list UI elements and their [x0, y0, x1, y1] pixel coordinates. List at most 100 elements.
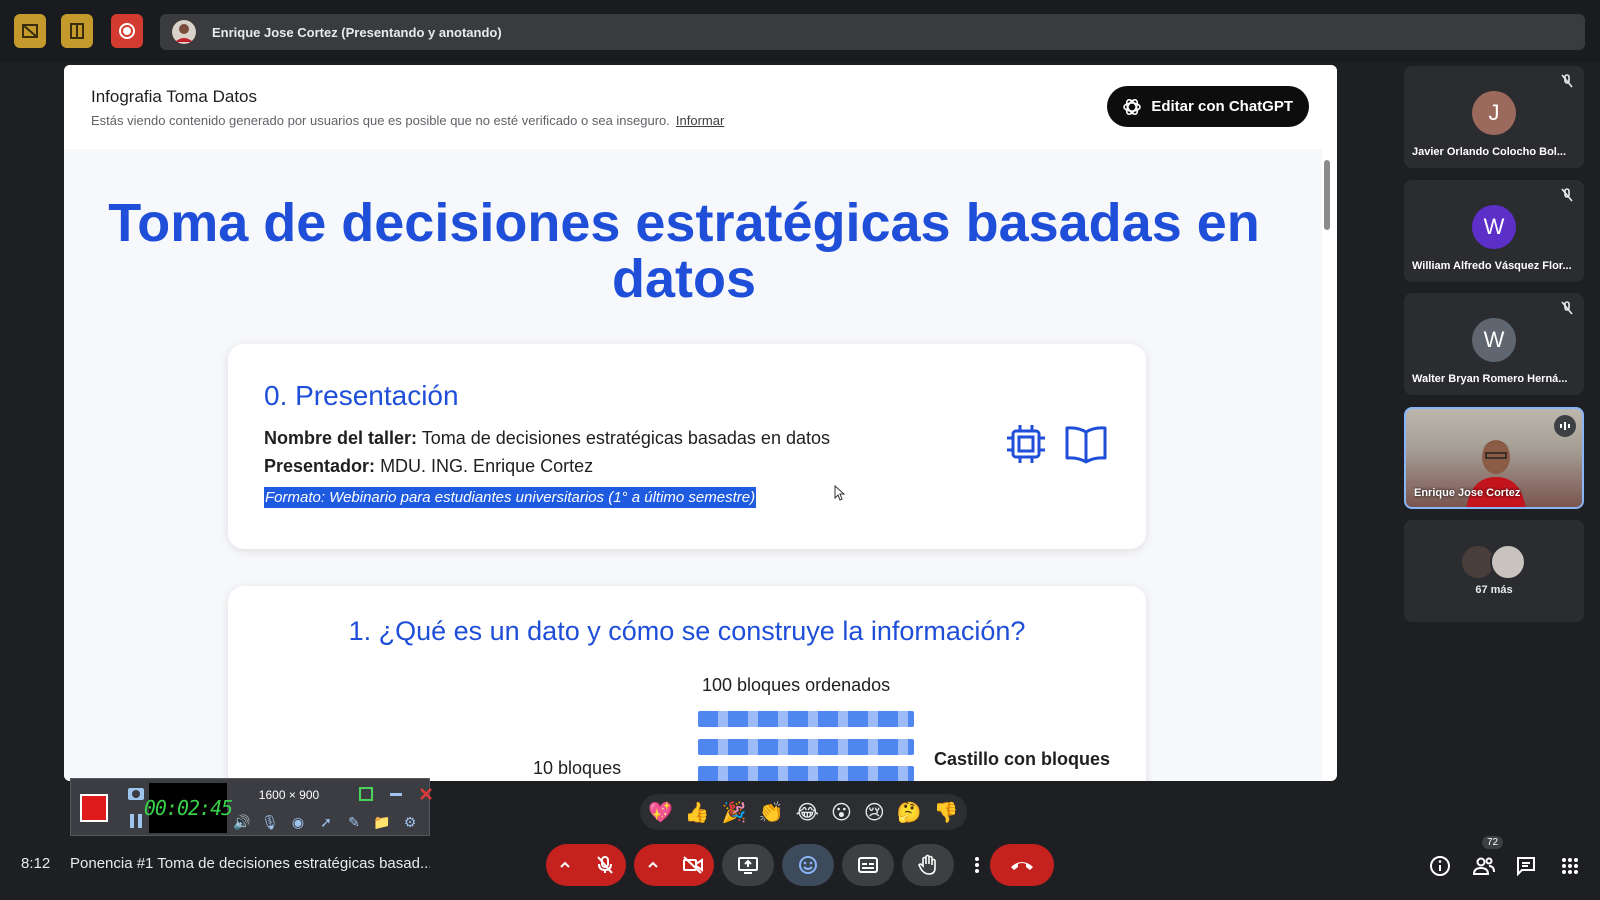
participant-tile[interactable]: W Walter Bryan Romero Herná... — [1404, 293, 1584, 395]
thumbs-down-reaction[interactable]: 👎 — [934, 800, 959, 825]
settings-icon[interactable]: ⚙ — [399, 811, 421, 833]
microphone-icon[interactable]: 🎙 — [259, 811, 281, 833]
mic-off-icon — [1561, 74, 1573, 88]
activities-icon[interactable] — [1556, 852, 1584, 880]
document-body[interactable]: Toma de decisiones estratégicas basadas … — [64, 149, 1322, 781]
mic-off-icon — [1561, 188, 1573, 202]
edit-with-chatgpt-button[interactable]: Editar con ChatGPT — [1107, 86, 1309, 127]
close-icon[interactable] — [415, 783, 437, 805]
thinking-reaction[interactable]: 🤔 — [897, 800, 922, 825]
meeting-title: Ponencia #1 Toma de decisiones estratégi… — [70, 855, 430, 872]
mic-off-icon — [1561, 301, 1573, 315]
hang-up-icon — [1011, 862, 1033, 870]
avatar: W — [1472, 318, 1516, 362]
presenter-label: Enrique Jose Cortez (Presentando y anota… — [212, 24, 502, 40]
presenter-field-value: MDU. ING. Enrique Cortez — [380, 456, 594, 476]
heart-reaction[interactable]: 💖 — [648, 800, 673, 825]
window-icon[interactable] — [355, 783, 377, 805]
meeting-info-icon[interactable] — [1426, 852, 1454, 880]
captions-button[interactable] — [842, 844, 894, 886]
camera-toggle-button[interactable] — [672, 844, 714, 886]
mic-off-icon — [597, 856, 613, 874]
top-bar: Enrique Jose Cortez (Presentando y anota… — [0, 0, 1600, 62]
camera-off-icon — [683, 856, 703, 874]
reactions-button[interactable] — [782, 844, 834, 886]
content-warning: Estás viendo contenido generado por usua… — [91, 113, 724, 128]
hand-icon — [918, 854, 936, 875]
blocks-row — [698, 766, 914, 781]
shared-document: Infografia Toma Datos Estás viendo conte… — [64, 65, 1337, 781]
folder-icon[interactable]: 📁 — [371, 811, 393, 833]
recording-icon[interactable] — [111, 14, 143, 48]
chip-icon — [1007, 425, 1045, 463]
emoji-icon — [799, 856, 817, 874]
participant-video-tile[interactable]: Enrique Jose Cortez — [1404, 407, 1584, 509]
minimize-icon[interactable] — [385, 783, 407, 805]
infographic-title: Toma de decisiones estratégicas basadas … — [108, 193, 1260, 309]
card-icons — [1004, 422, 1108, 466]
leave-call-button[interactable] — [990, 844, 1054, 886]
avatar — [1490, 544, 1526, 580]
workshop-value: Toma de decisiones estratégicas basadas … — [421, 428, 830, 448]
people-icon[interactable] — [1470, 852, 1498, 880]
reactions-bar: 💖 👍 🎉 👏 😂 😮 😢 🤔 👎 — [640, 794, 967, 830]
document-scrollbar[interactable] — [1324, 160, 1330, 230]
participant-tile[interactable]: W William Alfredo Vásquez Flor... — [1404, 180, 1584, 282]
laugh-reaction[interactable]: 😂 — [796, 800, 819, 825]
more-participants-tile[interactable]: 67 más — [1404, 520, 1584, 622]
pointer-icon[interactable]: ➚ — [315, 811, 337, 833]
recorder-tools: 🔊 🎙 ◉ ➚ ✎ 📁 ⚙ — [231, 811, 421, 833]
thumbs-up-reaction[interactable]: 👍 — [685, 800, 710, 825]
presenter-line: Presentador: MDU. ING. Enrique Cortez — [264, 456, 593, 477]
more-options-button[interactable] — [962, 844, 992, 886]
document-title: Infografia Toma Datos — [91, 87, 257, 106]
presentation-card: 0. Presentación Nombre del taller: Toma … — [228, 344, 1146, 549]
sad-reaction[interactable]: 😢 — [864, 800, 885, 825]
participant-name: Javier Orlando Colocho Bol... — [1412, 146, 1567, 158]
presenter-avatar — [172, 20, 196, 44]
layout-icon[interactable] — [61, 14, 93, 48]
report-link[interactable]: Informar — [676, 113, 724, 128]
present-screen-button[interactable] — [722, 844, 774, 886]
stop-recording-button[interactable] — [80, 794, 108, 822]
recorder-window-controls — [355, 783, 437, 805]
webcam-icon[interactable]: ◉ — [287, 811, 309, 833]
avatar: W — [1472, 205, 1516, 249]
audio-options-button[interactable] — [546, 844, 584, 886]
presenter-bar: Enrique Jose Cortez (Presentando y anota… — [160, 14, 1585, 50]
more-avatars — [1460, 544, 1526, 580]
raise-hand-button[interactable] — [902, 844, 954, 886]
document-header: Infografia Toma Datos Estás viendo conte… — [64, 65, 1337, 149]
pen-icon[interactable]: ✎ — [343, 811, 365, 833]
edit-button-label: Editar con ChatGPT — [1151, 98, 1293, 115]
video-options-button[interactable] — [634, 844, 672, 886]
section-heading: 1. ¿Qué es un dato y cómo se construye l… — [348, 616, 1026, 646]
participant-name: Walter Bryan Romero Herná... — [1412, 373, 1568, 385]
captions-icon — [858, 857, 878, 873]
participant-tile[interactable]: J Javier Orlando Colocho Bol... — [1404, 66, 1584, 168]
data-section-card: 1. ¿Qué es un dato y cómo se construye l… — [228, 586, 1146, 781]
workshop-line: Nombre del taller: Toma de decisiones es… — [264, 428, 830, 449]
recording-timer: 00:02:45 — [144, 783, 233, 833]
screen-recorder-widget: 00:02:45 1600 × 900 🔊 🎙 ◉ ➚ ✎ 📁 ⚙ — [70, 778, 432, 836]
meeting-clock: 8:12 — [21, 855, 51, 872]
participant-name: William Alfredo Vásquez Flor... — [1412, 260, 1572, 272]
hide-video-icon[interactable] — [14, 14, 46, 48]
presenter-field-label: Presentador: — [264, 456, 376, 476]
speaker-icon[interactable]: 🔊 — [231, 811, 253, 833]
ten-blocks-label: 10 bloques — [533, 758, 622, 778]
surprised-reaction[interactable]: 😮 — [831, 800, 852, 825]
warning-text: Estás viendo contenido generado por usua… — [91, 113, 670, 128]
more-participants-label: 67 más — [1475, 584, 1513, 596]
blocks-row — [698, 739, 914, 755]
openai-icon — [1123, 98, 1142, 115]
clap-reaction[interactable]: 👏 — [759, 800, 784, 825]
party-reaction[interactable]: 🎉 — [722, 800, 747, 825]
microphone-toggle-button[interactable] — [584, 844, 626, 886]
format-selected-text: Formato: Webinario para estudiantes univ… — [264, 487, 757, 508]
blocks-label: 100 bloques ordenados — [702, 675, 891, 695]
avatar: J — [1472, 91, 1516, 135]
recording-resolution: 1600 × 900 — [258, 788, 320, 802]
chat-icon[interactable] — [1512, 852, 1540, 880]
book-icon — [1065, 426, 1107, 464]
